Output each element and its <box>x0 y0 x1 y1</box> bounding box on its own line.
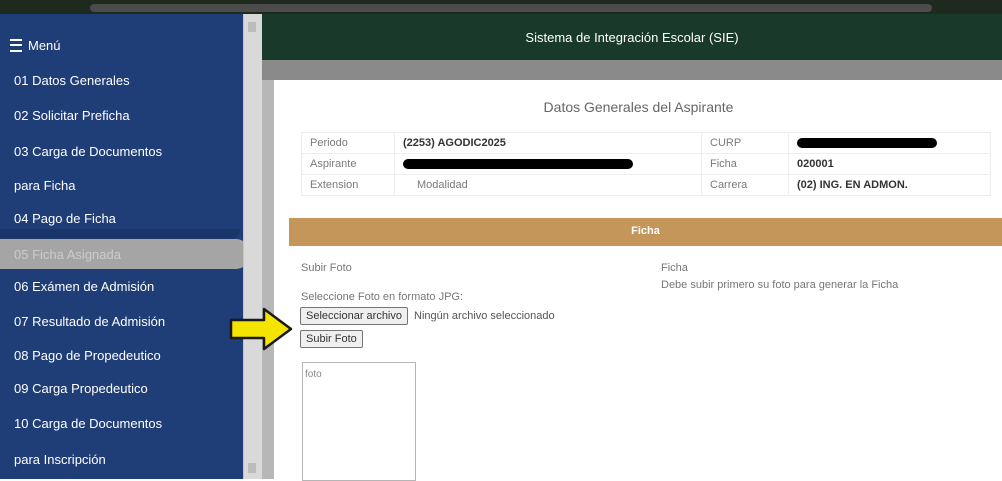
table-row: Aspirante Ficha 020001 <box>301 153 991 175</box>
section-title: Datos Generales del Aspirante <box>543 99 734 115</box>
photo-preview: foto <box>302 362 416 481</box>
periodo-value: (2253) AGODIC2025 <box>394 132 702 154</box>
sidebar-item-carga-documentos-ficha[interactable]: 03 Carga de Documentos <box>14 144 162 159</box>
carrera-label: Carrera <box>701 174 789 196</box>
sidebar-item-datos-generales[interactable]: 01 Datos Generales <box>14 73 130 88</box>
content-gutter <box>262 14 274 479</box>
app-title: Sistema de Integración Escolar (SIE) <box>525 30 739 45</box>
periodo-label: Periodo <box>301 132 395 154</box>
ficha-note: Debe subir primero su foto para generar … <box>661 279 899 291</box>
sidebar-scrollbar[interactable] <box>243 14 262 479</box>
menu-label: Menú <box>28 38 61 53</box>
file-status-text: Ningún archivo seleccionado <box>414 310 555 322</box>
browser-top-strip <box>0 0 1002 14</box>
upload-photo-button[interactable]: Subir Foto <box>300 330 363 348</box>
seleccione-label: Seleccione Foto en formato JPG: <box>301 291 464 303</box>
table-row: Periodo (2253) AGODIC2025 CURP <box>301 132 991 154</box>
hamburger-icon <box>10 39 22 52</box>
photo-broken-image: foto <box>305 369 322 380</box>
redacted-mark <box>403 159 633 170</box>
sidebar-separator <box>0 229 240 239</box>
carrera-value: (02) ING. EN ADMON. <box>788 174 991 196</box>
curp-value <box>788 132 991 154</box>
file-input[interactable]: Seleccionar archivo Ningún archivo selec… <box>300 306 555 326</box>
app-subbar <box>262 60 1002 80</box>
sidebar-item-ficha-asignada-label: 05 Ficha Asignada <box>14 247 121 262</box>
select-file-button[interactable]: Seleccionar archivo <box>300 307 408 325</box>
modalidad-label: Modalidad <box>394 174 702 196</box>
applicant-info-table: Periodo (2253) AGODIC2025 CURP Aspirante… <box>301 132 991 196</box>
sidebar-item-ficha-asignada[interactable]: 05 Ficha Asignada <box>0 239 250 269</box>
sidebar-item-carga-documentos-ficha-cont[interactable]: para Ficha <box>14 178 75 193</box>
ficha-label: Ficha <box>701 153 789 175</box>
subir-foto-label: Subir Foto <box>301 262 352 274</box>
table-row: Extension Modalidad Carrera (02) ING. EN… <box>301 174 991 196</box>
aspirante-label: Aspirante <box>301 153 395 175</box>
aspirante-value <box>394 153 702 175</box>
sidebar-item-pago-ficha[interactable]: 04 Pago de Ficha <box>14 211 116 226</box>
ficha-section-bar: Ficha <box>289 218 1002 246</box>
sidebar-item-solicitar-preficha[interactable]: 02 Solicitar Preficha <box>14 108 130 123</box>
app-header: Sistema de Integración Escolar (SIE) <box>262 14 1002 60</box>
redacted-mark <box>797 138 937 149</box>
curp-label: CURP <box>701 132 789 154</box>
menu-toggle[interactable]: Menú <box>10 38 61 53</box>
extension-label: Extension <box>301 174 395 196</box>
ficha-value: 020001 <box>788 153 991 175</box>
ficha-section-title: Ficha <box>631 225 660 237</box>
ficha-column-label: Ficha <box>661 262 688 274</box>
arrow-right-icon <box>229 307 293 351</box>
